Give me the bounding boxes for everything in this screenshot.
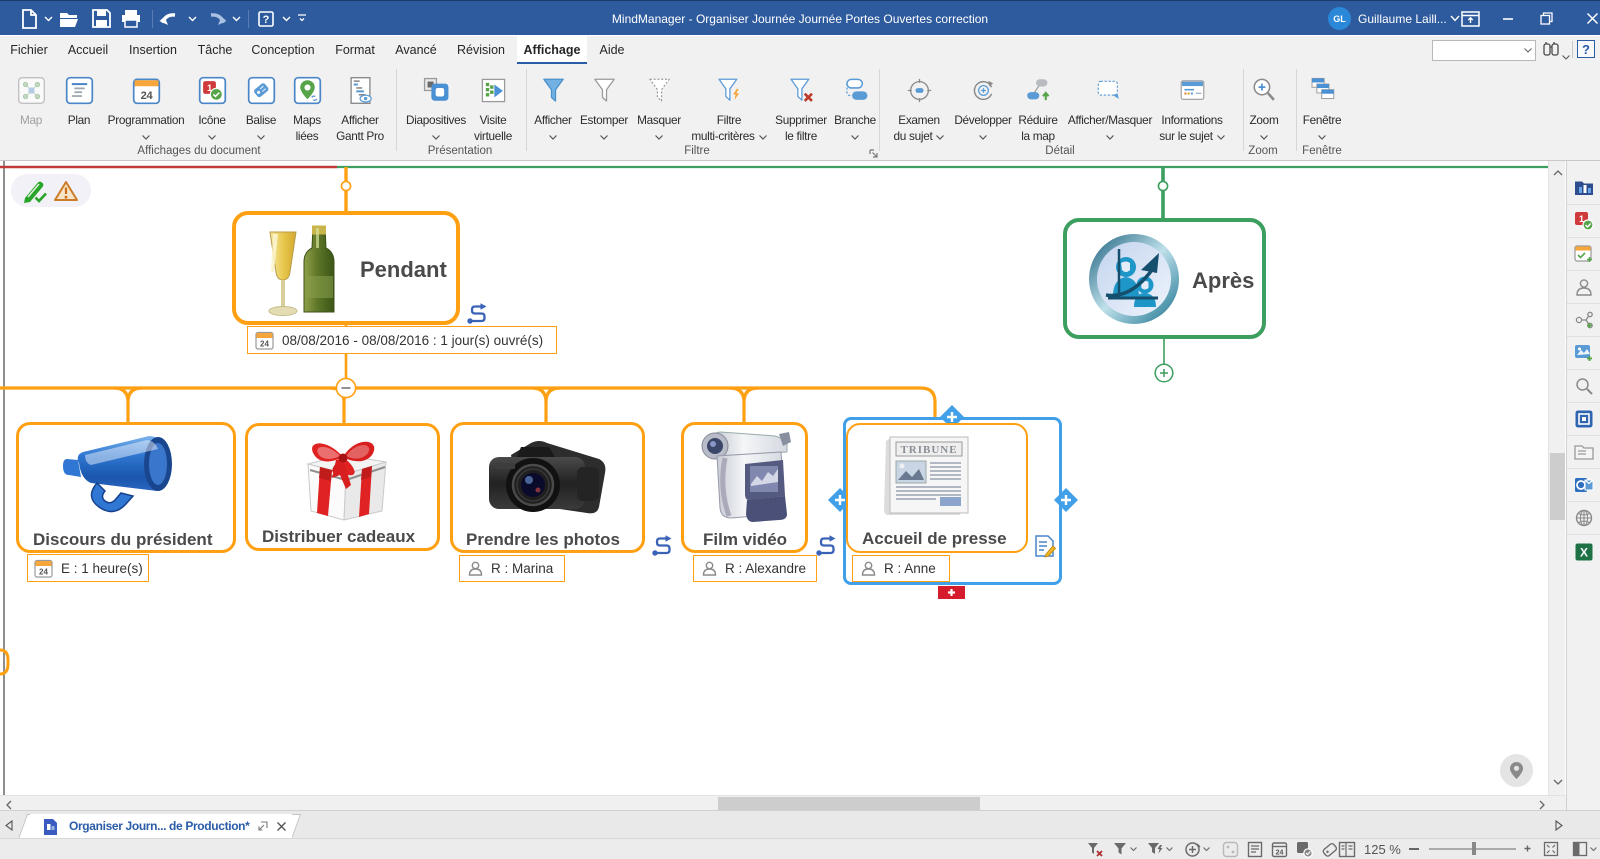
svg-text:X: X — [1579, 545, 1587, 559]
svg-text:TRIBUNE: TRIBUNE — [900, 444, 957, 456]
svg-text:24: 24 — [39, 567, 48, 576]
svg-text:24: 24 — [260, 339, 269, 348]
svg-text:24: 24 — [140, 90, 153, 102]
svg-text:24: 24 — [1276, 850, 1284, 857]
